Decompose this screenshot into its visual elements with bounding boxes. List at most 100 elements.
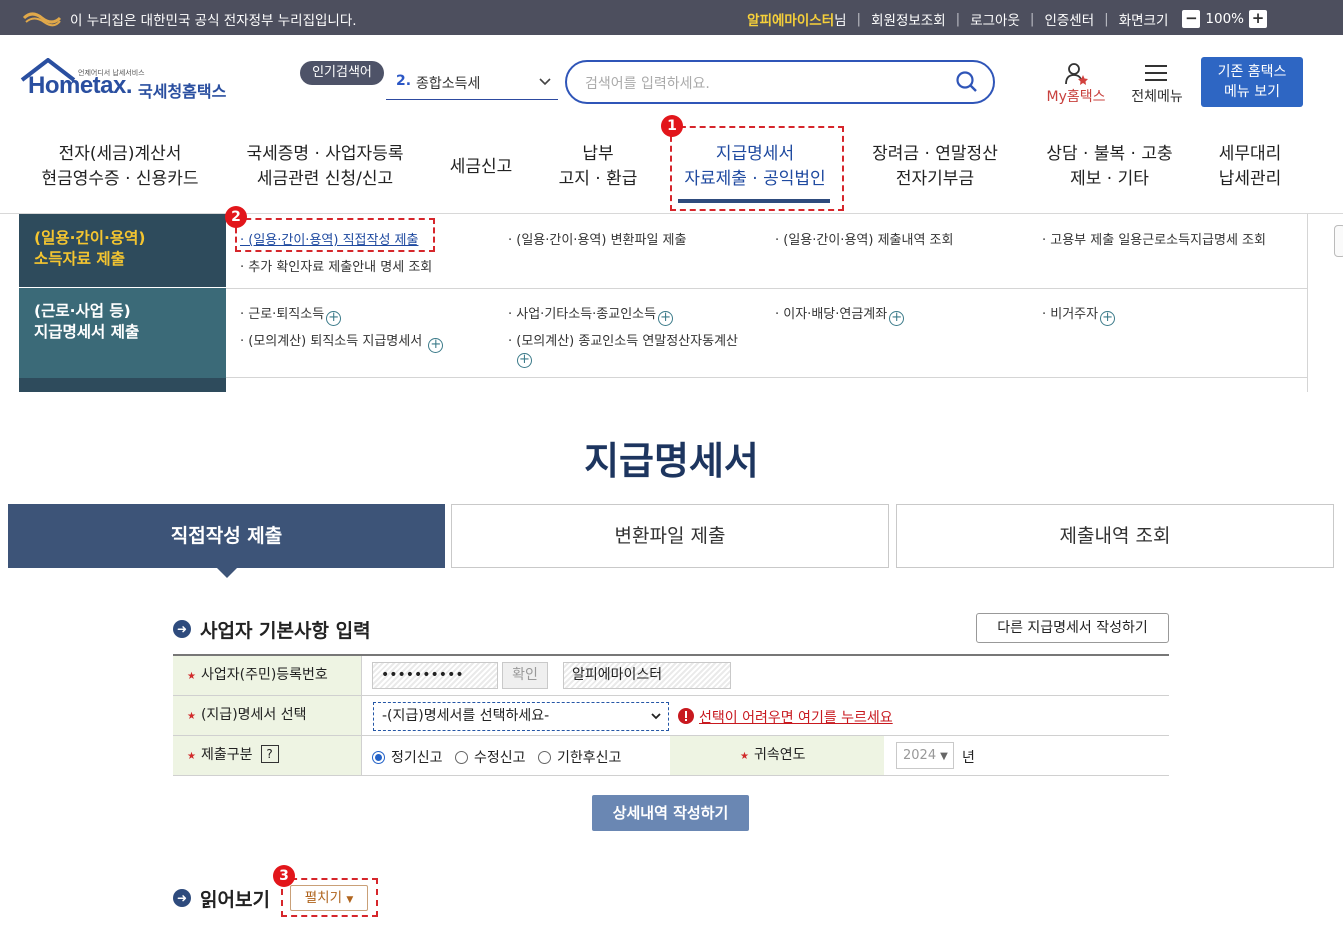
gnb-label: 납부 <box>582 144 614 164</box>
screen-size-label: 화면크기 <box>1118 13 1169 29</box>
submenu-group-title: 소득자료 제출 <box>34 250 125 268</box>
gov-links: 알피에마이스터 님 | 회원정보조회 | 로그아웃 | 인증센터 | 화면크기 … <box>747 9 1267 29</box>
submenu-group-title: 지급명세서 제출 <box>34 323 140 341</box>
zoom-in-button[interactable]: + <box>1249 10 1267 28</box>
my-hometax-label: My홈택스 <box>1046 89 1106 105</box>
cert-center-link[interactable]: 인증센터 <box>1044 9 1094 29</box>
submenu-label: · (모의계산) 퇴직소득 지급명세서 <box>240 334 423 349</box>
user-suffix: 님 <box>834 13 847 29</box>
tab-history[interactable]: 제출내역 조회 <box>896 504 1334 568</box>
gnb-label: 전자(세금)계산서 <box>58 144 182 164</box>
gnb-label: 세무대리 <box>1218 144 1282 164</box>
submenu-side-tab[interactable] <box>1334 225 1343 257</box>
all-menu-button[interactable]: 전체메뉴 <box>1122 60 1192 106</box>
biz-name-field: 알피에마이스터 <box>563 662 731 689</box>
gnb-label: 현금영수증 · 신용카드 <box>41 169 199 189</box>
plus-icon[interactable]: + <box>326 311 342 326</box>
gnb-payment[interactable]: 납부 고지 · 환급 <box>548 142 648 192</box>
zoom-out-button[interactable]: − <box>1182 10 1201 28</box>
submenu-label: · 근로·퇴직소득 <box>240 307 325 322</box>
submenu-business-other[interactable]: · 사업·기타소득·종교인소득 + <box>508 303 674 326</box>
submenu-interest-dividend[interactable]: · 이자·배당·연금계좌 + <box>775 303 905 326</box>
help-link[interactable]: 선택이 어려우면 여기를 누르세요 <box>699 707 893 727</box>
tab-file-submit[interactable]: 변환파일 제출 <box>451 504 889 568</box>
submenu-group-title: (일용·간이·용역) <box>34 229 146 247</box>
statement-type-select[interactable]: -(지급)명세서를 선택하세요- <box>373 702 669 731</box>
submenu-nonresident[interactable]: · 비거주자 + <box>1042 303 1116 326</box>
search-placeholder: 검색어를 입력하세요. <box>585 76 710 92</box>
submenu-divider <box>226 288 1308 289</box>
submenu-label: · 이자·배당·연금계좌 <box>775 307 888 322</box>
annotation-box-2 <box>235 218 435 252</box>
my-hometax-button[interactable]: My홈택스 <box>1040 60 1112 106</box>
radio-regular[interactable]: 정기신고 <box>372 750 443 766</box>
submenu-group-work[interactable]: (근로·사업 등) 지급명세서 제출 <box>19 288 226 378</box>
section-title-basic: 사업자 기본사항 입력 <box>200 620 371 642</box>
old-menu-button[interactable]: 기존 홈택스 메뉴 보기 <box>1201 57 1303 107</box>
plus-icon[interactable]: + <box>889 311 905 326</box>
chevron-down-icon: ▼ <box>940 751 948 762</box>
radio-late[interactable]: 기한후신고 <box>537 750 621 766</box>
old-menu-line2: 메뉴 보기 <box>1224 84 1280 100</box>
zoom-level: 100% <box>1205 11 1244 27</box>
submenu-group-daily[interactable]: (일용·간이·용역) 소득자료 제출 <box>19 214 226 287</box>
plus-icon[interactable]: + <box>428 338 444 353</box>
search-icon[interactable] <box>955 70 979 94</box>
select-value: -(지급)명세서를 선택하세요- <box>382 708 550 724</box>
plus-icon[interactable]: + <box>1100 311 1116 326</box>
member-info-link[interactable]: 회원정보조회 <box>871 9 946 29</box>
gnb-einvoice[interactable]: 전자(세금)계산서 현금영수증 · 신용카드 <box>30 142 210 192</box>
submenu-group-next <box>19 378 226 392</box>
other-statement-button[interactable]: 다른 지급명세서 작성하기 <box>976 613 1169 643</box>
submenu-labor-retirement[interactable]: · 근로·퇴직소득 + <box>240 303 342 326</box>
annotation-badge-1: 1 <box>661 115 683 137</box>
popular-search-badge: 인기검색어 <box>300 61 384 85</box>
page-title: 지급명세서 <box>584 439 759 483</box>
submenu-divider <box>1307 214 1308 392</box>
hometax-logo[interactable]: 언제어디서 납세서비스 Hometax. 국세청홈택스 <box>20 58 240 108</box>
gnb-label: 제보 · 기타 <box>1070 169 1149 189</box>
user-icon <box>1065 63 1088 85</box>
submenu-employment-query[interactable]: · 고용부 제출 일용근로소득지급명세 조회 <box>1042 229 1266 248</box>
submenu-mock-religious[interactable]: · (모의계산) 종교인소득 연말정산자동계산 <box>508 330 738 349</box>
submenu-mock-retirement[interactable]: · (모의계산) 퇴직소득 지급명세서 + <box>240 330 444 353</box>
popular-search-select[interactable]: 2. 종합소득세 <box>386 66 558 100</box>
egov-logo-icon <box>22 12 62 27</box>
year-select[interactable]: 2024 ▼ <box>896 742 954 769</box>
gnb-tax-return[interactable]: 세금신고 <box>436 155 526 180</box>
logout-link[interactable]: 로그아웃 <box>970 9 1020 29</box>
gnb-certificate[interactable]: 국세증명 · 사업자등록 세금관련 신청/신고 <box>225 142 425 192</box>
gnb-label: 납세관리 <box>1218 169 1282 189</box>
annotation-badge-3: 3 <box>273 865 295 887</box>
search-input[interactable]: 검색어를 입력하세요. <box>565 60 995 104</box>
gnb-tax-agent[interactable]: 세무대리 납세관리 <box>1200 142 1300 192</box>
submenu-divider <box>226 377 1308 378</box>
gnb-label: 장려금 · 연말정산 <box>872 144 998 164</box>
gnb-consult[interactable]: 상담 · 불복 · 고충 제보 · 기타 <box>1032 142 1187 192</box>
radio-icon <box>454 751 468 764</box>
submenu-label: · 비거주자 <box>1042 307 1099 322</box>
submenu-label: · 사업·기타소득·종교인소득 <box>508 307 657 322</box>
gnb-label: 세금신고 <box>449 157 513 177</box>
submenu-history[interactable]: · (일용·간이·용역) 제출내역 조회 <box>775 229 953 248</box>
plus-icon[interactable]: + <box>517 348 532 368</box>
radio-amended[interactable]: 수정신고 <box>454 750 526 766</box>
bizno-field[interactable]: •••••••••• <box>372 662 498 689</box>
form-row-submit: ★ 제출구분? 정기신고 수정신고 기한후신고 ★ 귀속연도 2024 ▼ 년 <box>173 736 1169 776</box>
gnb-incentive[interactable]: 장려금 · 연말정산 전자기부금 <box>860 142 1010 192</box>
submenu-file-submit[interactable]: · (일용·간이·용역) 변환파일 제출 <box>508 229 686 248</box>
submenu-additional-query[interactable]: · 추가 확인자료 제출안내 명세 조회 <box>240 256 432 275</box>
annotation-badge-2: 2 <box>225 206 247 228</box>
form-row-type: ★ (지급)명세서 선택 -(지급)명세서를 선택하세요- 선택이 어려우면 여기… <box>173 696 1169 736</box>
active-tab-arrow <box>216 567 238 578</box>
bizno-label: ★ 사업자(주민)등록번호 <box>173 656 361 695</box>
arrow-right-circle-icon: ➜ <box>173 889 191 907</box>
old-menu-line1: 기존 홈택스 <box>1217 64 1287 80</box>
help-question-icon[interactable]: ? <box>260 745 279 763</box>
plus-icon[interactable]: + <box>658 311 674 326</box>
tab-direct-submit[interactable]: 직접작성 제출 <box>8 504 445 568</box>
detail-write-button[interactable]: 상세내역 작성하기 <box>592 795 749 831</box>
logo-text: Hometax. <box>28 72 133 99</box>
annotation-box-1 <box>670 126 844 211</box>
confirm-button[interactable]: 확인 <box>502 662 548 689</box>
